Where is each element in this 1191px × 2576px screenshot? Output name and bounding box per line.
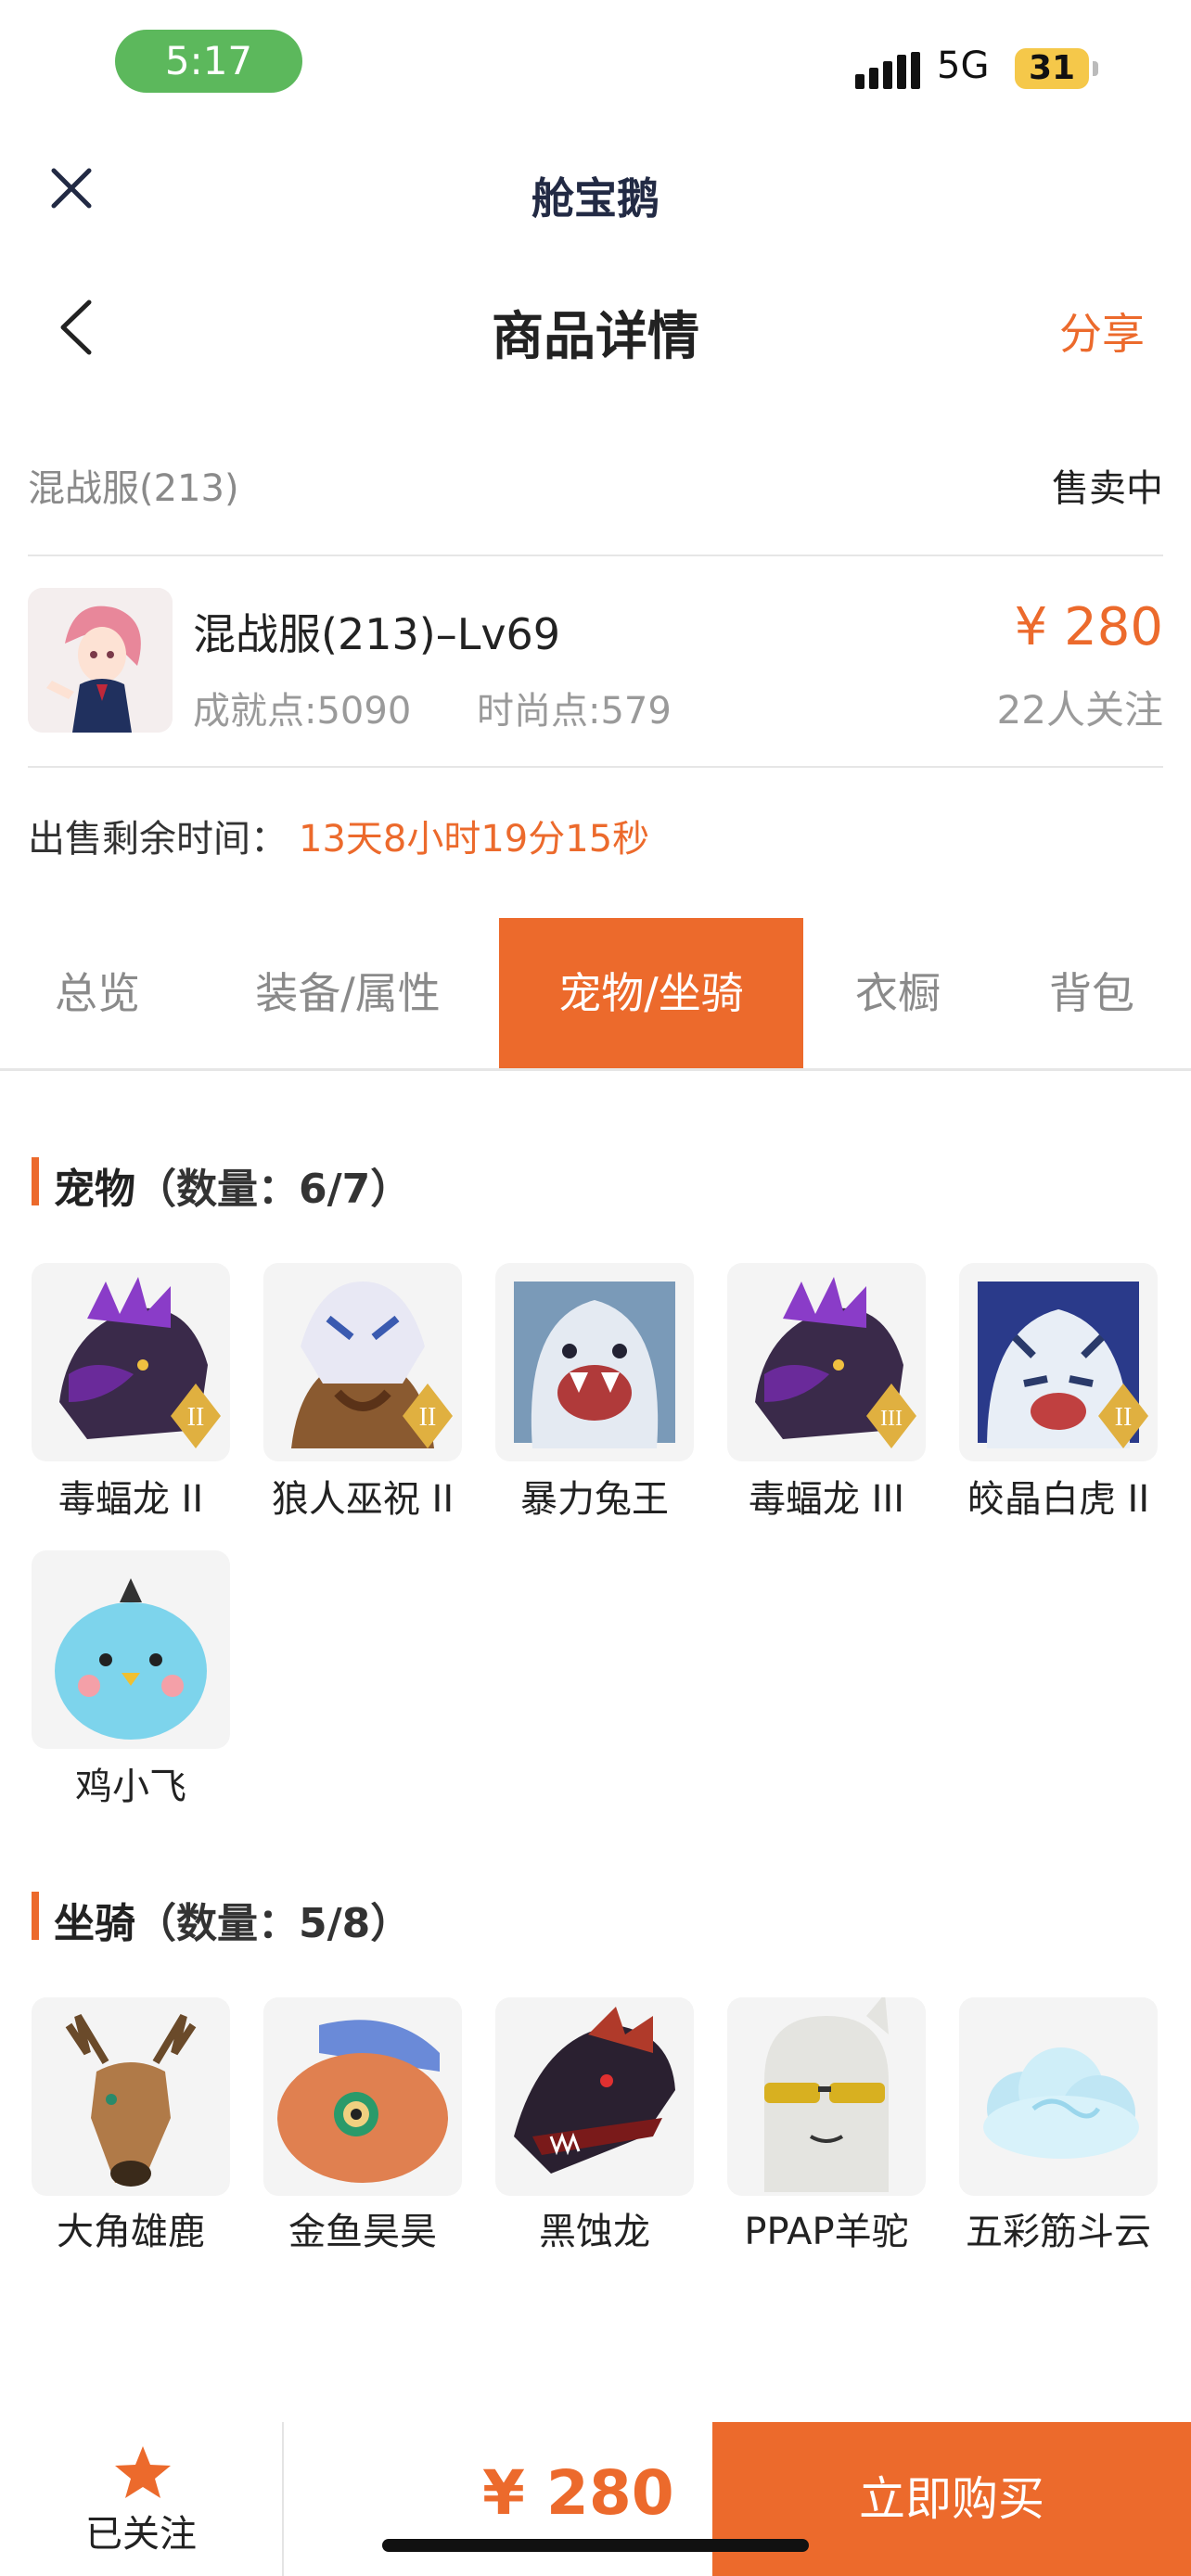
rank-badge-label: II [419,1403,437,1432]
bottom-divider [282,2422,284,2576]
page-title: 商品详情 [492,307,699,367]
tab-overview[interactable]: 总览 [0,918,195,1068]
product-price: ¥ 280 [1014,597,1163,657]
rank-badge-icon: II [1098,1384,1148,1448]
mount-item[interactable] [32,1997,230,2196]
pets-section-title: 宠物（数量：6/7） [54,1155,411,1215]
rank-badge-icon: II [403,1384,453,1448]
tab-equipment[interactable]: 装备/属性 [195,918,501,1068]
section-marker [32,1157,39,1205]
mount-name: 大角雄鹿 [57,2211,205,2253]
mount-item[interactable] [263,1997,462,2196]
rabbit-king-icon [514,1282,675,1448]
tab-pets-mounts[interactable]: 宠物/坐骑 [499,918,803,1068]
tab-wardrobe[interactable]: 衣橱 [803,918,992,1068]
star-icon[interactable] [113,2444,173,2500]
rank-badge-label: II [1115,1403,1133,1432]
divider [28,766,1163,768]
mounts-count: （数量：5/8） [135,1900,412,1947]
pet-item[interactable] [495,1263,694,1461]
pet-item[interactable] [32,1550,230,1749]
mount-name: 金鱼昊昊 [288,2211,437,2253]
follow-button[interactable]: 已关注 [0,2504,282,2557]
pet-name: 毒蝠龙 III [748,1478,905,1521]
home-indicator [382,2539,809,2552]
pet-item[interactable]: II [263,1263,462,1461]
character-avatar [28,588,173,733]
pet-name: 暴力兔王 [520,1478,669,1521]
mount-name: PPAP羊驼 [744,2211,909,2253]
pets-count: （数量：6/7） [135,1166,412,1213]
rank-badge-icon: III [866,1384,916,1448]
remaining-time-value: 13天8小时19分15秒 [299,818,650,861]
rank-badge-label: III [880,1407,903,1431]
black-dragon-icon [514,2007,675,2174]
sale-status: 售卖中 [1052,467,1163,510]
pet-name: 狼人巫祝 II [271,1478,455,1521]
cloud-icon [983,2047,1139,2159]
tab-backpack[interactable]: 背包 [992,918,1191,1068]
mounts-section-title: 坐骑（数量：5/8） [54,1890,411,1949]
pet-item[interactable]: II [959,1263,1158,1461]
network-type: 5G [937,45,990,87]
buy-now-button[interactable]: 立即购买 [712,2422,1191,2576]
rank-badge-icon: II [171,1384,221,1448]
mounts-title: 坐骑 [54,1900,135,1947]
pet-name: 皎晶白虎 II [967,1478,1150,1521]
battery-icon: 31 [1015,48,1089,89]
divider [28,555,1163,556]
pet-item[interactable]: II [32,1263,230,1461]
pet-name: 鸡小飞 [75,1766,186,1808]
goldfish-icon [277,2020,448,2183]
mount-item[interactable] [495,1997,694,2196]
rank-badge-label: II [187,1403,205,1432]
stag-icon [65,2013,197,2187]
remaining-time-label: 出售剩余时间： [28,818,288,861]
tab-bar-underline [0,1068,1191,1071]
pet-name: 毒蝠龙 II [58,1478,204,1521]
product-name: 混战服(213)–Lv69 [193,609,561,659]
pets-title: 宠物 [54,1166,135,1213]
fashion-points: 时尚点:579 [477,690,672,733]
achievement-points: 成就点:5090 [193,690,412,733]
mount-item[interactable] [959,1997,1158,2196]
mount-item[interactable] [727,1997,926,2196]
pet-item[interactable]: III [727,1263,926,1461]
section-marker [32,1892,39,1940]
bottom-price: ¥ 280 [482,2457,674,2529]
server-name: 混战服(213) [28,467,239,510]
alpaca-icon [764,1997,889,2192]
app-title: 舱宝鹅 [531,173,660,223]
status-time: 5:17 [115,30,302,93]
mount-name: 五彩筋斗云 [966,2211,1151,2253]
mount-name: 黑蚀龙 [539,2211,650,2253]
follower-count: 22人关注 [996,687,1163,733]
blue-chick-icon [55,1578,207,1740]
signal-icon [855,52,920,89]
share-button[interactable]: 分享 [1059,300,1145,362]
battery-nub [1093,61,1098,76]
